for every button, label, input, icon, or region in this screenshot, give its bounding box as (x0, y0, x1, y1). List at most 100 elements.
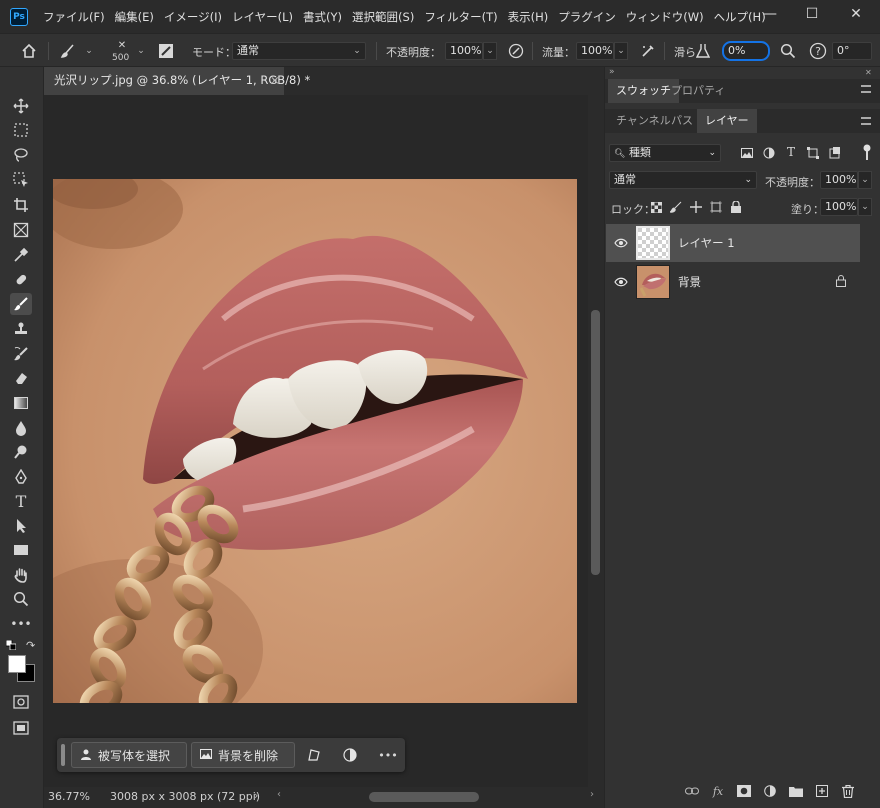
blur-tool-icon[interactable] (10, 417, 32, 439)
adjustment-icon[interactable] (341, 746, 359, 764)
document-info[interactable]: 3008 px x 3008 px (72 ppi) (110, 790, 260, 803)
clone-stamp-tool-icon[interactable] (10, 318, 32, 340)
flow-input[interactable]: 100% (576, 42, 614, 60)
lasso-tool-icon[interactable] (10, 144, 32, 166)
opacity-dropdown[interactable]: ⌄ (483, 42, 497, 60)
document-tab[interactable]: 光沢リップ.jpg @ 36.8% (レイヤー 1, RGB/8) * × (44, 67, 310, 95)
document-image[interactable] (53, 179, 577, 703)
close-window-button[interactable]: ✕ (836, 0, 876, 28)
blend-mode-select[interactable]: 通常 ⌄ (609, 171, 757, 189)
edit-toolbar-icon[interactable]: ••• (10, 613, 32, 635)
eyedropper-tool-icon[interactable] (10, 244, 32, 266)
status-menu-arrow[interactable]: › (254, 789, 258, 802)
layers-panel-menu-icon[interactable] (861, 117, 871, 125)
filter-smart-object-icon[interactable] (827, 145, 843, 161)
layer-opacity-dropdown[interactable]: ⌄ (858, 171, 872, 189)
transform-icon[interactable] (305, 746, 323, 764)
panel-close-icon[interactable]: ✕ (865, 68, 872, 77)
filter-shape-icon[interactable] (805, 145, 821, 161)
scroll-left-icon[interactable]: ‹ (277, 789, 281, 800)
pressure-opacity-icon[interactable] (506, 41, 526, 61)
eraser-tool-icon[interactable] (10, 367, 32, 389)
spot-healing-tool-icon[interactable] (10, 269, 32, 291)
opacity-input[interactable]: 100% (445, 42, 483, 60)
object-selection-tool-icon[interactable] (10, 169, 32, 191)
frame-tool-icon[interactable] (10, 219, 32, 241)
dodge-tool-icon[interactable] (10, 441, 32, 463)
brush-preset-icon[interactable] (56, 40, 80, 62)
menu-image[interactable]: イメージ(I) (159, 9, 227, 25)
filter-toggle[interactable] (863, 144, 871, 160)
brush-settings-icon[interactable] (156, 41, 176, 61)
menu-filter[interactable]: フィルター(T) (419, 9, 502, 25)
default-colors-icon[interactable] (5, 639, 17, 651)
pen-tool-icon[interactable] (10, 466, 32, 488)
filter-adjustment-icon[interactable] (761, 145, 777, 161)
link-layers-icon[interactable] (683, 783, 701, 799)
remove-background-button[interactable]: 背景を削除 (191, 742, 295, 768)
lock-image-icon[interactable] (669, 200, 683, 214)
tab-properties[interactable]: プロパティ (663, 79, 733, 103)
lock-all-icon[interactable] (729, 200, 743, 214)
menu-file[interactable]: ファイル(F) (38, 9, 110, 25)
add-mask-icon[interactable] (735, 783, 753, 799)
more-options-icon[interactable]: ••• (377, 746, 399, 764)
new-adjustment-layer-icon[interactable] (761, 783, 779, 799)
lock-transparent-icon[interactable] (649, 200, 663, 214)
layer-name[interactable]: 背景 (678, 274, 701, 290)
maximize-button[interactable]: ☐ (792, 0, 832, 28)
delete-layer-trash-icon[interactable] (839, 783, 857, 799)
quick-mask-icon[interactable] (10, 691, 32, 713)
close-tab-icon[interactable]: × (270, 67, 280, 94)
vertical-scrollbar-thumb[interactable] (591, 310, 600, 575)
drag-handle[interactable] (61, 744, 65, 766)
rectangle-tool-icon[interactable] (10, 539, 32, 561)
menu-view[interactable]: 表示(H) (503, 9, 554, 25)
search-icon[interactable] (778, 41, 798, 61)
filter-type-icon[interactable]: T (783, 144, 799, 160)
layer-style-fx-icon[interactable]: fx (709, 783, 727, 799)
scroll-right-icon[interactable]: › (590, 789, 594, 800)
move-tool-icon[interactable] (10, 95, 32, 117)
fill-input[interactable]: 100% (820, 198, 858, 216)
visibility-eye-icon[interactable] (614, 275, 628, 289)
path-selection-tool-icon[interactable] (10, 515, 32, 537)
layer-filter-select[interactable]: 🔍︎ 種類 ⌄ (609, 144, 721, 162)
menu-select[interactable]: 選択範囲(S) (347, 9, 419, 25)
foreground-color-swatch[interactable] (8, 655, 26, 673)
mode-select[interactable]: 通常 (232, 42, 366, 60)
flask-icon[interactable] (694, 41, 712, 61)
history-brush-tool-icon[interactable] (10, 343, 32, 365)
fill-dropdown[interactable]: ⌄ (858, 198, 872, 216)
help-icon[interactable]: ? (808, 41, 828, 61)
brush-size-dropdown[interactable]: ⌄ (134, 42, 148, 60)
tab-paths[interactable]: パス (663, 109, 701, 133)
menu-type[interactable]: 書式(Y) (298, 9, 347, 25)
menu-window[interactable]: ウィンドウ(W) (621, 9, 709, 25)
minimize-button[interactable]: — (750, 0, 790, 28)
lock-artboard-icon[interactable] (709, 200, 723, 214)
layer-opacity-input[interactable]: 100% (820, 171, 858, 189)
brush-preset-dropdown[interactable]: ⌄ (82, 42, 96, 60)
horizontal-scrollbar-thumb[interactable] (369, 792, 479, 802)
collapse-panels-icon[interactable]: » (609, 67, 615, 77)
new-layer-icon[interactable] (813, 783, 831, 799)
swap-colors-icon[interactable]: ↷ (26, 639, 35, 652)
panel-menu-icon[interactable] (861, 85, 871, 93)
brush-tool-icon[interactable] (10, 293, 32, 315)
visibility-eye-icon[interactable] (614, 236, 628, 250)
select-subject-button[interactable]: 被写体を選択 (71, 742, 187, 768)
lock-position-icon[interactable] (689, 200, 703, 214)
smoothing-input[interactable]: 0% (722, 41, 770, 61)
flow-dropdown[interactable]: ⌄ (614, 42, 628, 60)
layer-row-background[interactable]: 背景 (606, 263, 860, 301)
new-group-folder-icon[interactable] (787, 783, 805, 799)
screen-mode-icon[interactable] (10, 717, 32, 739)
crop-tool-icon[interactable] (10, 194, 32, 216)
marquee-tool-icon[interactable] (10, 119, 32, 141)
tab-layers[interactable]: レイヤー (697, 109, 757, 133)
zoom-tool-icon[interactable] (10, 588, 32, 610)
zoom-level[interactable]: 36.77% (48, 790, 90, 803)
layer-row-layer1[interactable]: レイヤー 1 (606, 224, 860, 262)
menu-layer[interactable]: レイヤー(L) (227, 9, 298, 25)
